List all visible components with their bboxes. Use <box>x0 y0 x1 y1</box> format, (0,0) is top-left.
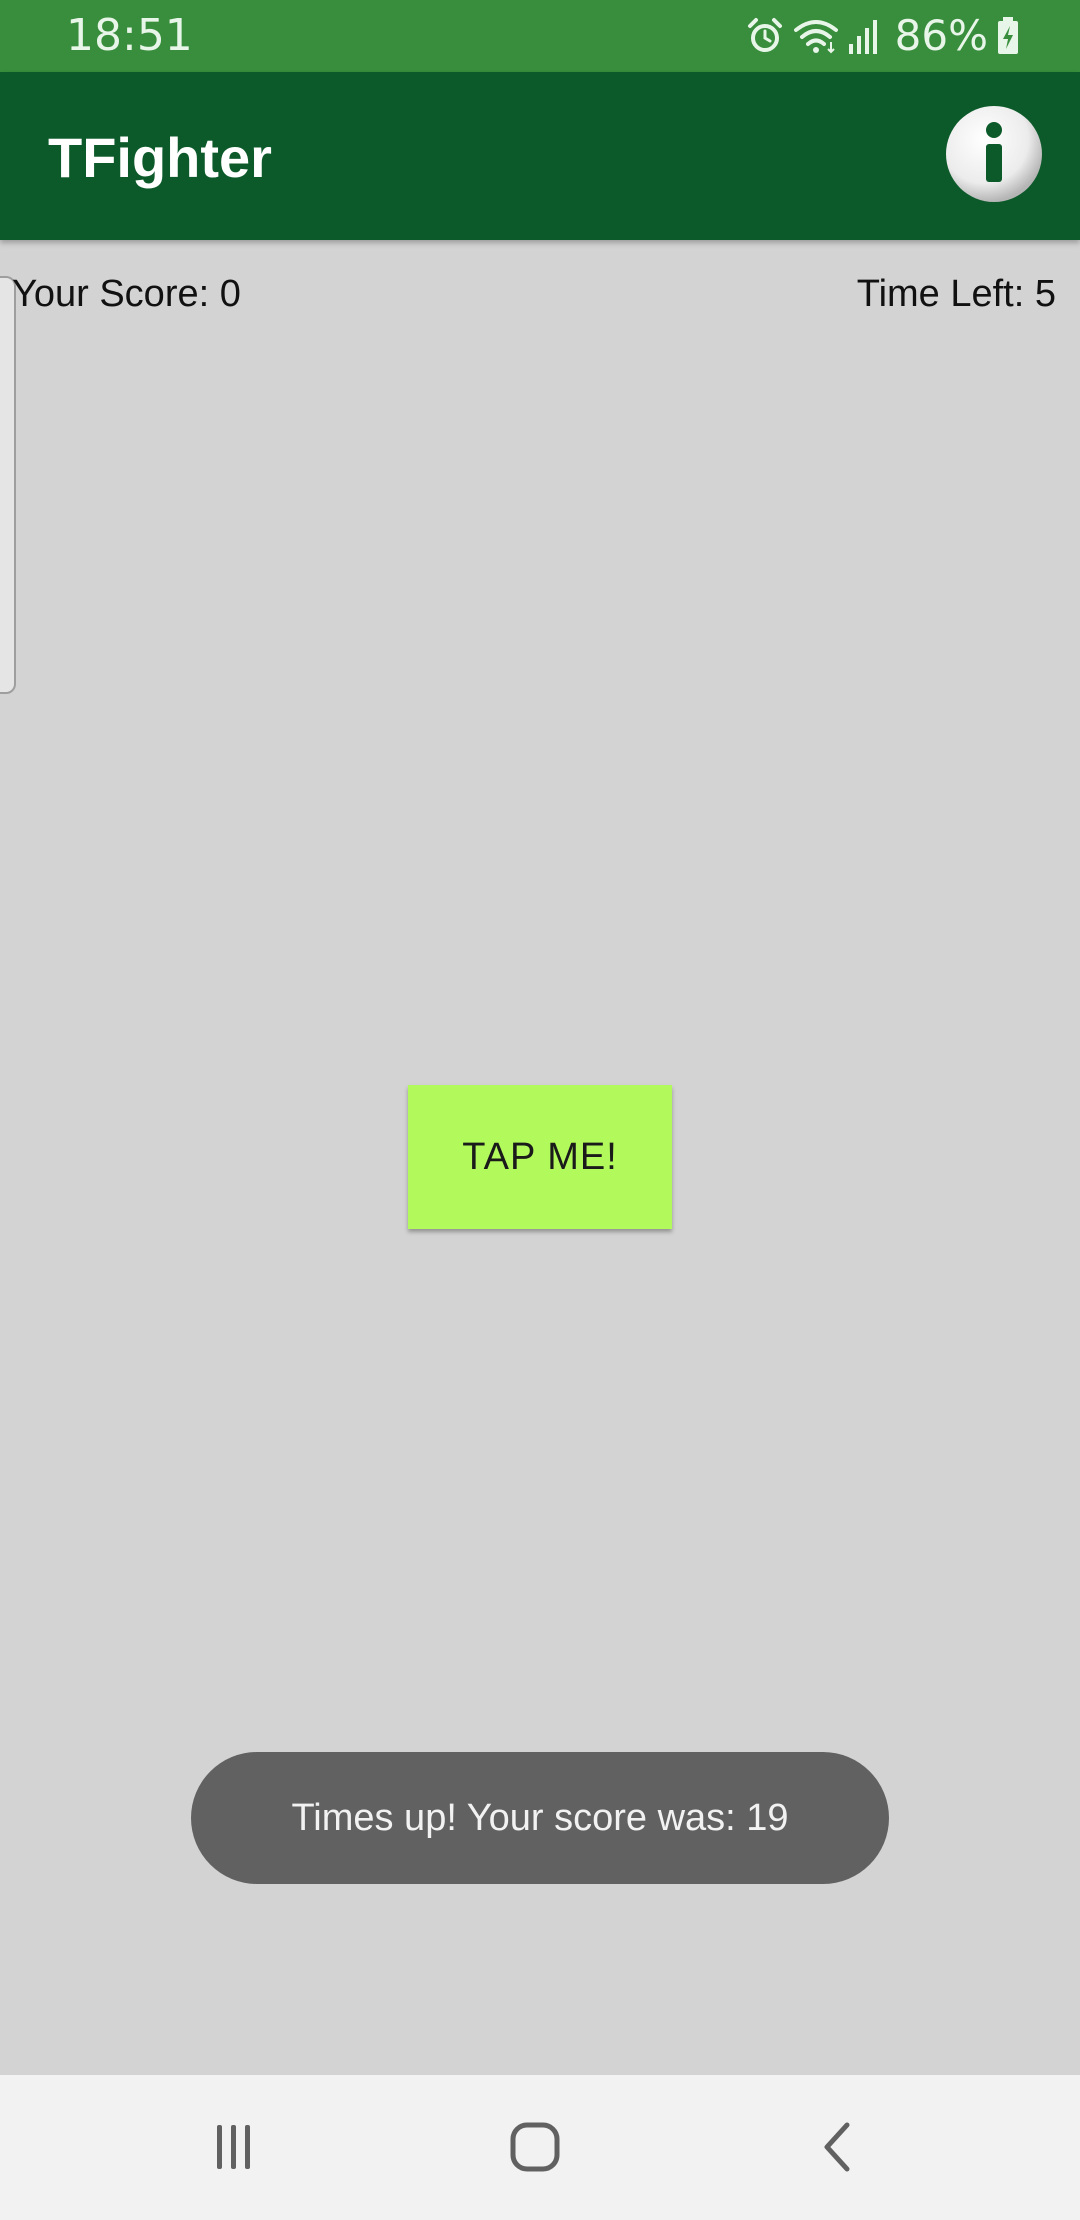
back-icon <box>824 2122 850 2172</box>
home-icon <box>510 2122 560 2172</box>
wifi-icon <box>793 16 839 56</box>
tap-me-button[interactable]: TAP ME! <box>408 1085 672 1229</box>
recents-button[interactable] <box>183 2097 283 2197</box>
alarm-icon <box>745 16 785 56</box>
status-icons: 86% <box>745 10 1020 62</box>
recents-icon <box>217 2125 250 2169</box>
app-title: TFighter <box>48 126 272 189</box>
navigation-bar <box>0 2075 1080 2220</box>
battery-charging-icon <box>996 16 1020 56</box>
time-left-label: Time Left: 5 <box>856 273 1056 315</box>
info-icon <box>946 106 1042 202</box>
edge-panel-handle[interactable] <box>0 276 16 694</box>
score-label: Your Score: 0 <box>12 273 241 315</box>
back-button[interactable] <box>787 2097 887 2197</box>
app-screen: 18:51 86% TFighter Your Score: 0 Time Le… <box>0 0 1080 2220</box>
signal-icon <box>847 16 881 56</box>
status-bar: 18:51 86% <box>0 0 1080 72</box>
status-time: 18:51 <box>66 10 193 61</box>
info-button[interactable] <box>944 104 1044 204</box>
home-button[interactable] <box>485 2097 585 2197</box>
toast-message: Times up! Your score was: 19 <box>191 1752 889 1884</box>
app-bar: TFighter <box>0 72 1080 240</box>
battery-percent: 86% <box>894 11 988 60</box>
